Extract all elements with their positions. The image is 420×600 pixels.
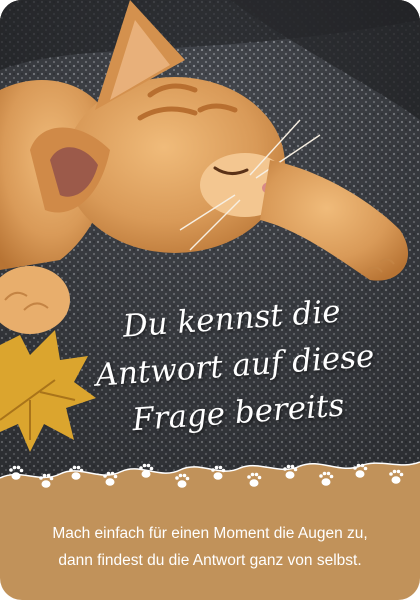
caption-line-1: Mach einfach für einen Moment die Augen … (52, 525, 368, 542)
paw-print-icon (103, 471, 118, 486)
paw-print-icon (39, 473, 54, 488)
paw-print-icon (247, 472, 262, 487)
card-headline: Du kennst die Antwort auf diese Frage be… (65, 285, 404, 449)
paw-print-icon (319, 471, 334, 486)
paw-print-icon (211, 465, 226, 480)
paw-print-icon (9, 465, 24, 480)
caption-line-2: dann findest du die Antwort ganz von sel… (58, 552, 362, 569)
paw-print-icon (353, 463, 368, 478)
paw-print-border (9, 463, 404, 488)
paw-print-icon (175, 473, 190, 488)
affirmation-card: Du kennst die Antwort auf diese Frage be… (0, 0, 420, 600)
paw-print-icon (69, 465, 84, 480)
paw-print-icon (283, 464, 298, 479)
paw-print-icon (139, 463, 154, 478)
card-caption: Mach einfach für einen Moment die Augen … (20, 520, 400, 574)
paw-print-icon (389, 469, 404, 484)
